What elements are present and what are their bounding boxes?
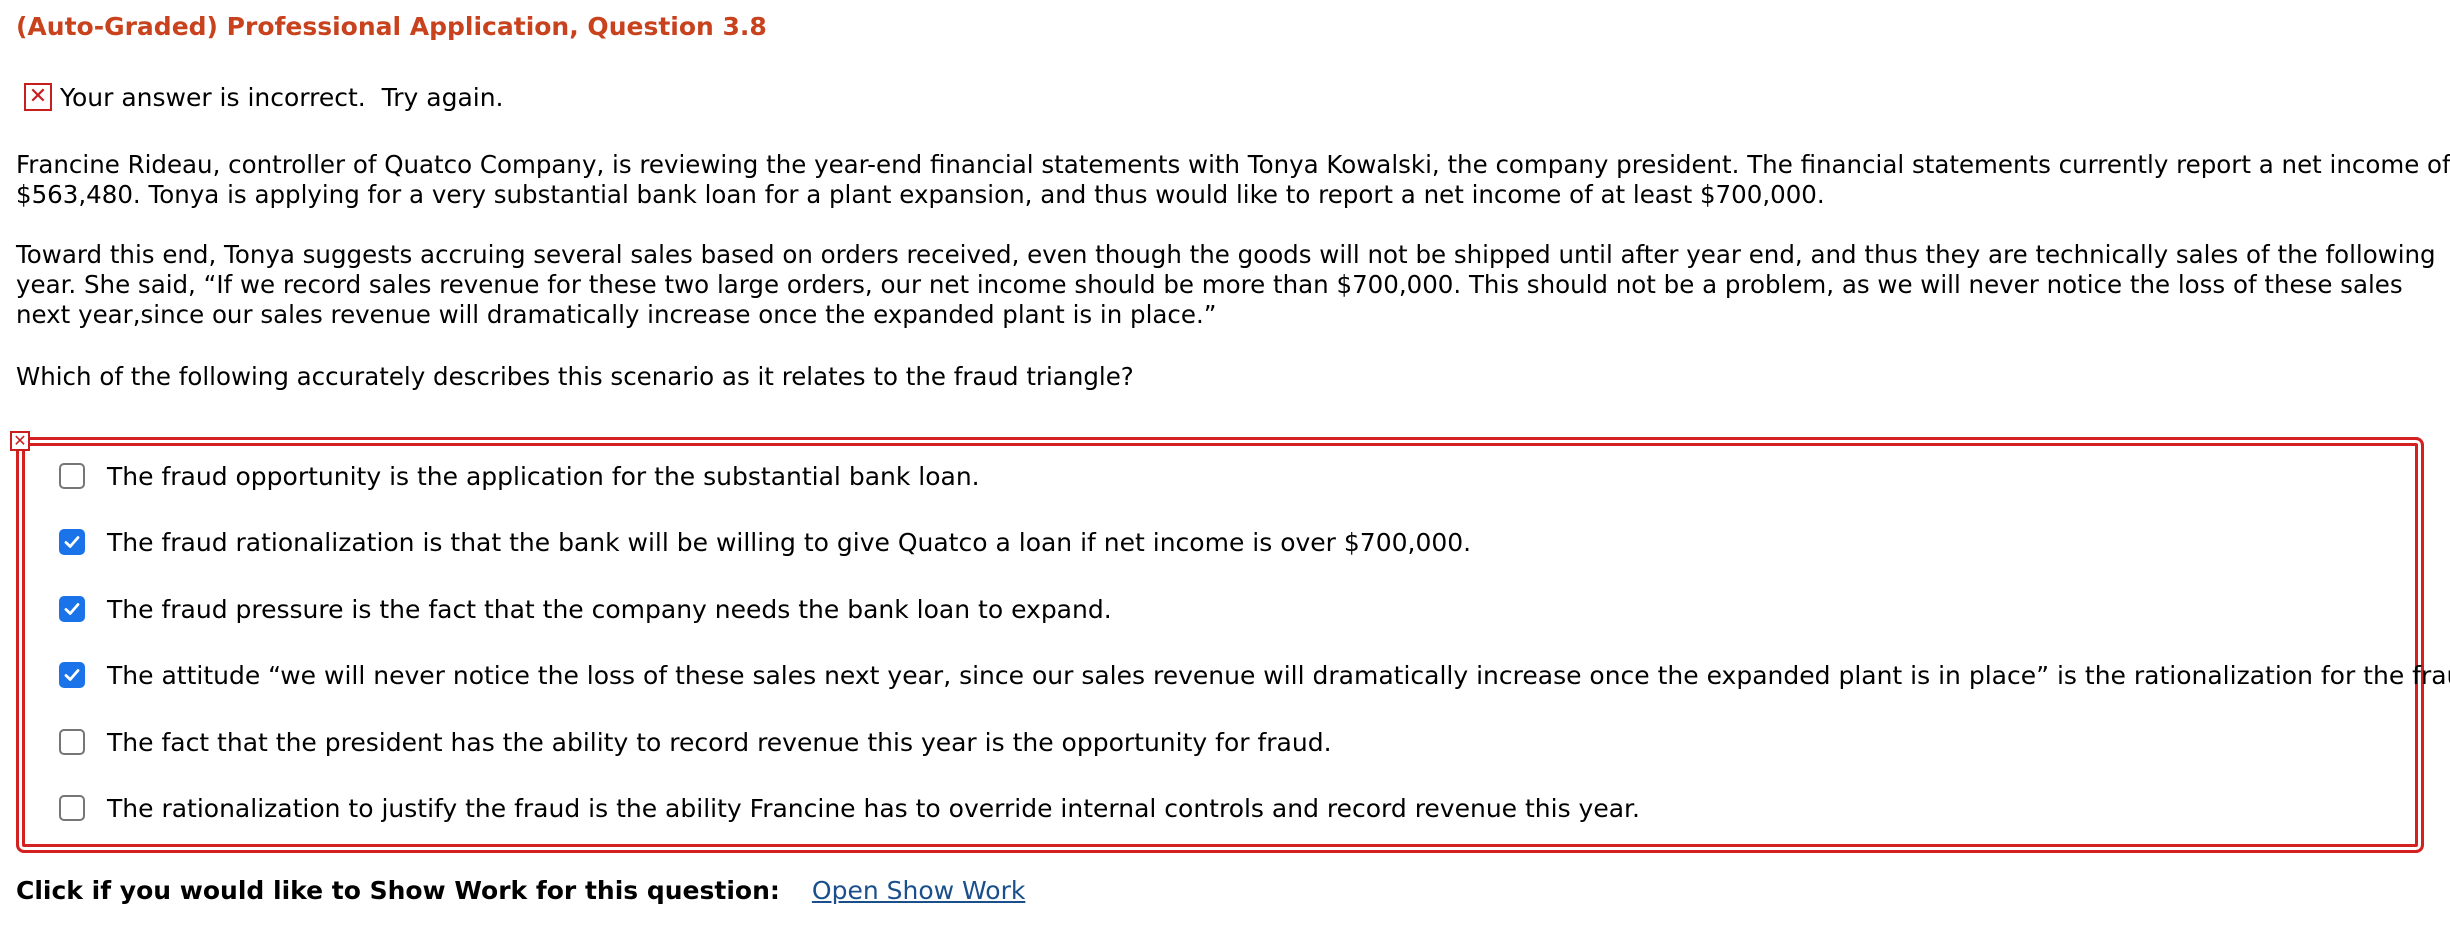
option-label: The rationalization to justify the fraud… bbox=[107, 793, 1640, 823]
option-label: The fraud rationalization is that the ba… bbox=[107, 527, 1472, 557]
answer-option-5[interactable]: The fact that the president has the abil… bbox=[59, 726, 1332, 758]
show-work-label: Click if you would like to Show Work for… bbox=[16, 876, 780, 905]
checkbox[interactable] bbox=[59, 729, 85, 755]
option-label: The fraud opportunity is the application… bbox=[107, 461, 980, 491]
paragraph-line: Toward this end, Tonya suggests accruing… bbox=[16, 240, 2436, 269]
check-icon bbox=[64, 603, 80, 615]
checkbox[interactable] bbox=[59, 795, 85, 821]
show-work-row: Click if you would like to Show Work for… bbox=[16, 876, 1025, 905]
checkbox[interactable] bbox=[59, 463, 85, 489]
open-show-work-link[interactable]: Open Show Work bbox=[812, 876, 1025, 905]
check-icon bbox=[64, 669, 80, 681]
answer-option-2[interactable]: The fraud rationalization is that the ba… bbox=[59, 526, 1471, 558]
paragraph-line: Francine Rideau, controller of Quatco Co… bbox=[16, 150, 2450, 179]
paragraph-line: year. She said, “If we record sales reve… bbox=[16, 270, 2403, 299]
feedback-message: ✕ Your answer is incorrect. Try again. bbox=[24, 80, 504, 114]
answer-option-3[interactable]: The fraud pressure is the fact that the … bbox=[59, 593, 1112, 625]
incorrect-marker-icon: ✕ bbox=[10, 431, 30, 451]
question-prompt: Which of the following accurately descri… bbox=[16, 362, 2446, 392]
answer-options-group: The fraud opportunity is the application… bbox=[16, 437, 2450, 853]
option-label: The fraud pressure is the fact that the … bbox=[107, 594, 1112, 624]
option-label: The fact that the president has the abil… bbox=[107, 727, 1332, 757]
checkbox[interactable] bbox=[59, 529, 85, 555]
answer-option-4[interactable]: The attitude “we will never notice the l… bbox=[59, 659, 2450, 691]
checkbox[interactable] bbox=[59, 662, 85, 688]
paragraph-line: $563,480. Tonya is applying for a very s… bbox=[16, 180, 1825, 209]
question-title: (Auto-Graded) Professional Application, … bbox=[16, 12, 767, 41]
x-mark-icon: ✕ bbox=[24, 83, 52, 111]
paragraph-line: next year,since our sales revenue will d… bbox=[16, 300, 1217, 329]
option-label: The attitude “we will never notice the l… bbox=[107, 660, 2450, 690]
check-icon bbox=[64, 536, 80, 548]
checkbox[interactable] bbox=[59, 596, 85, 622]
scenario-paragraph-1: Francine Rideau, controller of Quatco Co… bbox=[16, 150, 2450, 210]
prompt-text: Which of the following accurately descri… bbox=[16, 362, 1134, 391]
feedback-text: Your answer is incorrect. Try again. bbox=[60, 82, 504, 112]
answer-option-1[interactable]: The fraud opportunity is the application… bbox=[59, 460, 980, 492]
answer-option-6[interactable]: The rationalization to justify the fraud… bbox=[59, 792, 1640, 824]
scenario-paragraph-2: Toward this end, Tonya suggests accruing… bbox=[16, 240, 2446, 330]
